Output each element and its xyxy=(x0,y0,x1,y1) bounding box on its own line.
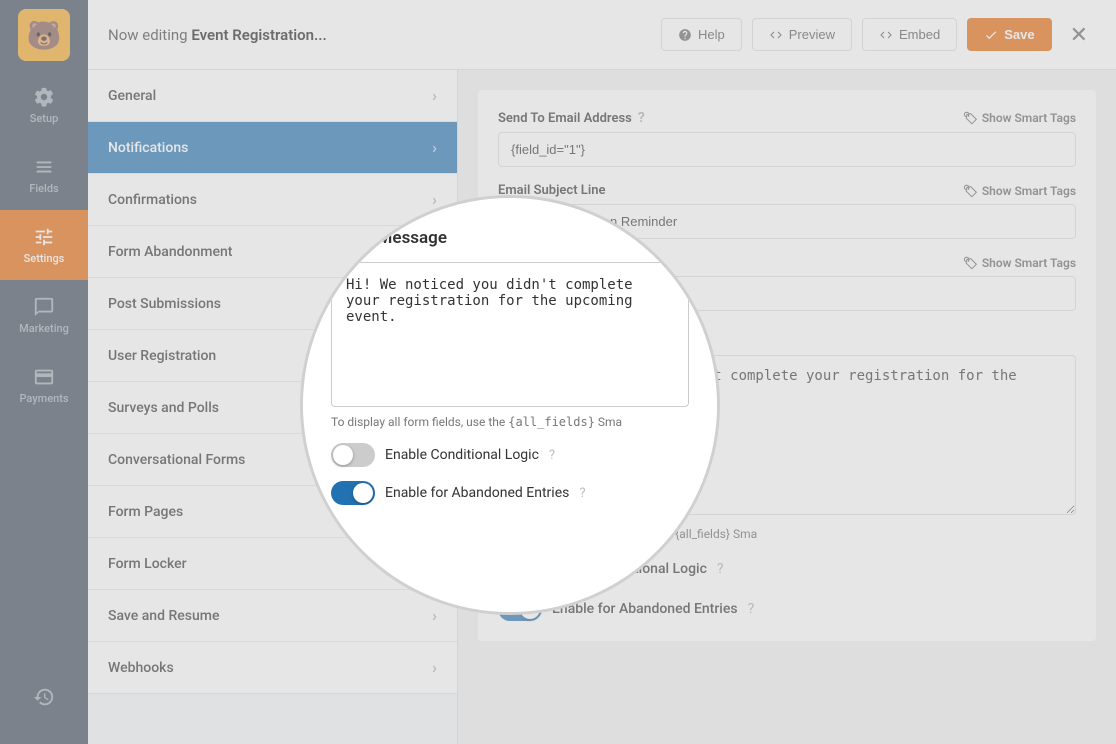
menu-item-webhooks[interactable]: Webhooks › xyxy=(88,642,457,694)
marketing-label: Marketing xyxy=(19,322,69,335)
sidebar-item-fields[interactable]: Fields xyxy=(0,140,88,210)
sp-abandoned-help-icon[interactable]: ? xyxy=(579,486,585,501)
sp-abandoned-entries-row: Enable for Abandoned Entries ? xyxy=(331,481,689,505)
spotlight-inner: Email Message Hi! We noticed you didn't … xyxy=(303,198,717,612)
help-circle-icon[interactable]: ? xyxy=(638,110,645,126)
sidebar-item-setup[interactable]: Setup xyxy=(0,70,88,140)
spotlight-content: Email Message Hi! We noticed you didn't … xyxy=(303,198,717,612)
embed-button[interactable]: Embed xyxy=(862,18,957,51)
logo-bear-icon: 🐻 xyxy=(18,9,70,61)
abandoned-entries-help-icon[interactable]: ? xyxy=(748,601,755,617)
email-subject-label: Email Subject Line 🏷 Show Smart Tags xyxy=(498,183,1076,198)
sidebar-item-history[interactable] xyxy=(0,662,88,732)
sp-conditional-logic-label: Enable Conditional Logic xyxy=(385,447,539,463)
sp-abandoned-entries-label: Enable for Abandoned Entries xyxy=(385,485,569,501)
marketing-icon xyxy=(33,296,55,318)
gear-icon xyxy=(33,86,55,108)
sp-email-message-title: Email Message xyxy=(331,228,689,248)
send-to-smart-tags-link[interactable]: 🏷 Show Smart Tags xyxy=(963,111,1076,125)
menu-item-notifications[interactable]: Notifications › xyxy=(88,122,457,174)
header-title: Now editing Event Registration... xyxy=(108,26,651,44)
menu-item-general[interactable]: General › xyxy=(88,70,457,122)
payments-label: Payments xyxy=(19,392,68,405)
subject-smart-tags-link[interactable]: 🏷 Show Smart Tags xyxy=(963,184,1076,198)
sp-conditional-help-icon[interactable]: ? xyxy=(549,448,555,463)
fields-label: Fields xyxy=(29,182,58,195)
chevron-right-icon: › xyxy=(432,138,437,157)
app-logo: 🐻 xyxy=(0,0,88,70)
chevron-right-icon: › xyxy=(432,658,437,677)
chevron-right-icon: › xyxy=(432,86,437,105)
from-name-smart-tags-link[interactable]: 🏷 Show Smart Tags xyxy=(963,256,1076,270)
help-button[interactable]: Help xyxy=(661,18,742,51)
sidebar: 🐻 Setup Fields Settings Marketing xyxy=(0,0,88,744)
send-to-email-input[interactable] xyxy=(498,132,1076,167)
save-button[interactable]: Save xyxy=(967,18,1051,51)
fields-icon xyxy=(33,156,55,178)
sp-conditional-logic-toggle[interactable] xyxy=(331,443,375,467)
sp-helper-text: To display all form fields, use the {all… xyxy=(331,415,689,429)
preview-icon xyxy=(769,28,783,42)
settings-label: Settings xyxy=(24,252,65,265)
spotlight-overlay: Email Message Hi! We noticed you didn't … xyxy=(300,195,720,615)
payments-icon xyxy=(33,366,55,388)
send-to-email-group: Send To Email Address ? 🏷 Show Smart Tag… xyxy=(498,110,1076,167)
help-icon xyxy=(678,28,692,42)
sp-conditional-logic-row: Enable Conditional Logic ? xyxy=(331,443,689,467)
history-icon xyxy=(33,686,55,708)
sidebar-item-settings[interactable]: Settings xyxy=(0,210,88,280)
sp-abandoned-entries-toggle[interactable] xyxy=(331,481,375,505)
embed-icon xyxy=(879,28,893,42)
sidebar-item-marketing[interactable]: Marketing xyxy=(0,280,88,350)
sidebar-item-payments[interactable]: Payments xyxy=(0,350,88,420)
close-button[interactable]: ✕ xyxy=(1062,18,1096,52)
setup-label: Setup xyxy=(30,112,59,125)
conditional-logic-help-icon[interactable]: ? xyxy=(717,561,724,577)
sp-email-textarea[interactable]: Hi! We noticed you didn't complete your … xyxy=(331,262,689,407)
save-check-icon xyxy=(984,28,998,42)
preview-button[interactable]: Preview xyxy=(752,18,852,51)
header-bar: Now editing Event Registration... Help P… xyxy=(88,0,1116,70)
send-to-email-label: Send To Email Address ? 🏷 Show Smart Tag… xyxy=(498,110,1076,126)
settings-icon xyxy=(33,226,55,248)
